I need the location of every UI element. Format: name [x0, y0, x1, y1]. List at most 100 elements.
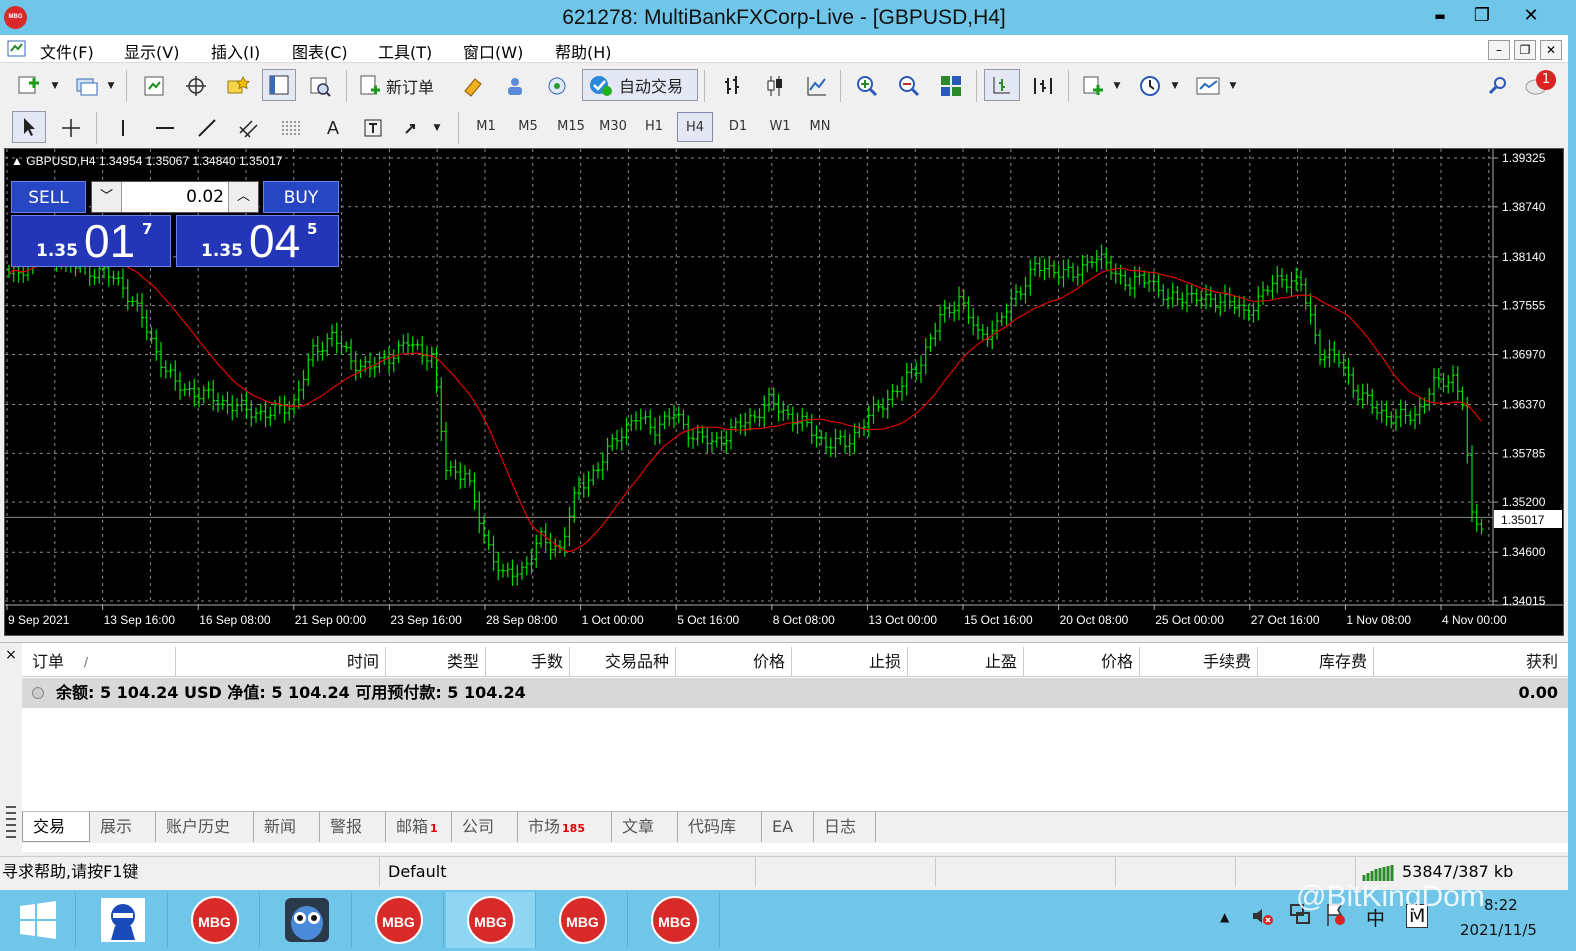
menu-tools[interactable]: 工具(T) [378, 39, 432, 63]
col-take-profit[interactable]: 止盈 [908, 647, 1024, 677]
terminal-tab-8[interactable]: 文章 [612, 812, 678, 842]
clock-time[interactable]: 8:22 [1484, 896, 1518, 914]
taskbar-app-owl[interactable] [262, 892, 352, 948]
menu-charts[interactable]: 图表(C) [292, 39, 348, 63]
horizontal-line-button[interactable] [148, 112, 182, 144]
col-stop-loss[interactable]: 止损 [792, 647, 908, 677]
profiles-dropdown-icon[interactable]: ▼ [104, 70, 118, 102]
strategy-tester-button[interactable] [304, 70, 336, 102]
data-window-button[interactable] [180, 70, 212, 102]
timeframe-m1[interactable]: M1 [468, 112, 504, 142]
status-profile[interactable]: Default [388, 857, 756, 887]
templates-dropdown-icon[interactable]: ▼ [1226, 70, 1240, 102]
terminal-tab-6[interactable]: 公司 [452, 812, 518, 842]
search-button[interactable] [1484, 70, 1512, 102]
cursor-button[interactable] [12, 111, 46, 143]
chart-shift-button[interactable] [984, 69, 1020, 101]
text-label-button[interactable] [356, 112, 390, 144]
taskbar-app-mbg-2[interactable]: MBG [354, 892, 444, 948]
terminal-tab-4[interactable]: 警报 [320, 812, 386, 842]
buy-quote[interactable]: 1.35 04 5 [176, 215, 339, 267]
balance-row[interactable]: 余额: 5 104.24 USD 净值: 5 104.24 可用预付款: 5 1… [22, 678, 1568, 708]
title-bar[interactable]: MBG 621278: MultiBankFXCorp-Live - [GBPU… [0, 0, 1568, 35]
notifications-button[interactable]: 1 [1522, 68, 1558, 100]
periods-dropdown-icon[interactable]: ▼ [1168, 70, 1182, 102]
terminal-button[interactable] [262, 69, 296, 101]
lot-size-input[interactable]: 0.02 [124, 182, 224, 212]
zoom-out-button[interactable] [892, 70, 926, 102]
new-chart-button[interactable] [12, 70, 48, 102]
timeframe-m5[interactable]: M5 [510, 112, 546, 142]
col-type[interactable]: 类型 [386, 647, 486, 677]
terminal-tab-1[interactable]: 展示 [90, 812, 156, 842]
timeframe-m30[interactable]: M30 [594, 112, 632, 142]
tray-expand-icon[interactable]: ▲ [1220, 910, 1229, 924]
col-commission[interactable]: 手续费 [1140, 647, 1258, 677]
terminal-close-button[interactable]: × [0, 643, 22, 667]
autoscroll-button[interactable] [1026, 70, 1060, 102]
mdi-close-button[interactable]: ✕ [1540, 40, 1562, 60]
clock-date[interactable]: 2021/11/5 [1460, 921, 1537, 939]
terminal-tab-9[interactable]: 代码库 [678, 812, 762, 842]
terminal-tab-7[interactable]: 市场 185 [518, 812, 612, 842]
taskbar-app-mbg-1[interactable]: MBG [170, 892, 260, 948]
start-button[interactable] [0, 892, 76, 948]
col-order[interactable]: 订单 [22, 647, 84, 677]
signals-button[interactable] [498, 70, 532, 102]
col-symbol[interactable]: 交易品种 [570, 647, 676, 677]
lot-decrease-icon[interactable]: ﹀ [92, 182, 122, 212]
taskbar-app-ninja[interactable] [78, 892, 168, 948]
crosshair-button[interactable] [54, 112, 88, 144]
taskbar-app-mbg-4[interactable]: MBG [538, 892, 628, 948]
mdi-restore-button[interactable]: ❐ [1514, 40, 1536, 60]
buy-button[interactable]: BUY [263, 181, 339, 213]
minimize-button[interactable]: ▬ [1418, 3, 1462, 29]
lot-increase-icon[interactable]: ︿ [228, 182, 258, 212]
taskbar-app-mbg-5[interactable]: MBG [630, 892, 720, 948]
speaker-muted-icon[interactable] [1250, 904, 1274, 928]
arrows-button[interactable] [398, 112, 428, 144]
navigator-button[interactable] [222, 70, 254, 102]
menu-window[interactable]: 窗口(W) [463, 39, 523, 63]
menu-insert[interactable]: 插入(I) [211, 39, 260, 63]
trendline-button[interactable] [190, 112, 224, 144]
terminal-tab-3[interactable]: 新闻 [254, 812, 320, 842]
new-chart-dropdown-icon[interactable]: ▼ [48, 70, 62, 102]
terminal-tab-10[interactable]: EA [762, 812, 814, 842]
metaeditor-button[interactable] [456, 70, 490, 102]
terminal-tab-5[interactable]: 邮箱 1 [386, 812, 452, 842]
indicators-button[interactable] [1078, 70, 1108, 102]
menu-view[interactable]: 显示(V) [124, 39, 179, 63]
taskbar-app-mbg-3[interactable]: MBG [446, 892, 536, 948]
text-button[interactable]: A [316, 112, 350, 144]
candlestick-button[interactable] [758, 70, 792, 102]
lot-size-stepper[interactable]: ﹀ 0.02 ︿ [91, 181, 259, 213]
col-current-price[interactable]: 价格 [1024, 647, 1140, 677]
col-price[interactable]: 价格 [676, 647, 792, 677]
equidistant-channel-button[interactable] [232, 112, 266, 144]
mdi-minimize-button[interactable]: – [1488, 40, 1510, 60]
menu-help[interactable]: 帮助(H) [555, 39, 612, 63]
menu-file[interactable]: 文件(F) [40, 39, 94, 63]
indicators-dropdown-icon[interactable]: ▼ [1110, 70, 1124, 102]
line-chart-button[interactable] [800, 70, 834, 102]
chart-window[interactable]: 1.39325 1.38740 1.38140 1.37555 1.36970 1.363… [4, 148, 1564, 636]
sell-quote[interactable]: 1.35 01 7 [11, 215, 171, 267]
terminal-grip-icon[interactable] [4, 803, 18, 843]
zoom-in-button[interactable] [850, 70, 884, 102]
col-profit[interactable]: 获利 [1374, 647, 1564, 677]
restore-button[interactable]: ❐ [1460, 3, 1504, 29]
col-lots[interactable]: 手数 [486, 647, 570, 677]
timeframe-h4[interactable]: H4 [677, 112, 713, 142]
templates-button[interactable] [1192, 70, 1224, 102]
collapse-triangle-icon[interactable]: ▲ [11, 154, 23, 168]
terminal-tab-11[interactable]: 日志 [814, 812, 876, 842]
col-swap[interactable]: 库存费 [1258, 647, 1374, 677]
close-button[interactable]: ✕ [1508, 3, 1554, 29]
terminal-tab-0[interactable]: 交易 [22, 812, 90, 842]
timeframe-m15[interactable]: M15 [552, 112, 590, 142]
tile-windows-button[interactable] [934, 70, 968, 102]
col-time[interactable]: 时间 [176, 647, 386, 677]
auto-trading-button[interactable]: 自动交易 [582, 69, 698, 101]
periods-button[interactable] [1134, 70, 1166, 102]
